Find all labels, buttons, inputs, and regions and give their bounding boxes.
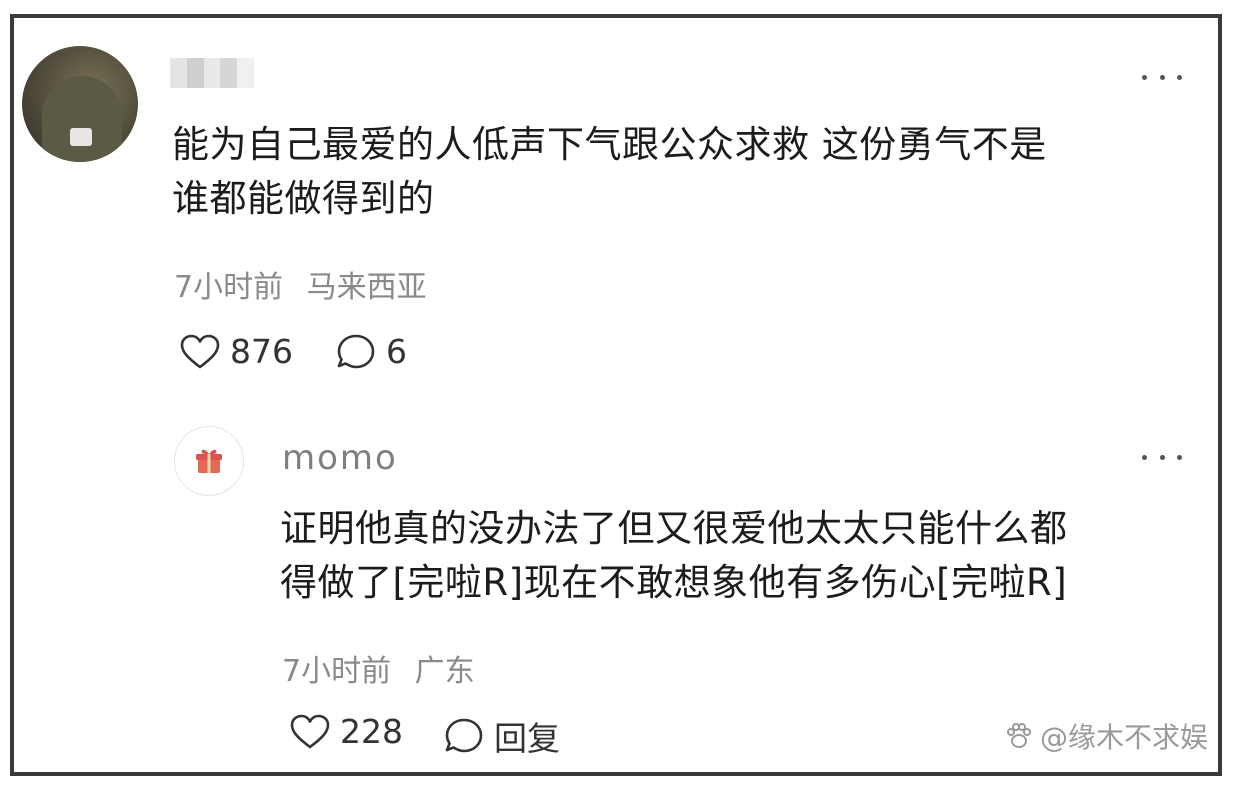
main-comment-time: 7小时前 [174,270,284,305]
reply-username[interactable]: momo [282,438,398,478]
comment-bubble-icon [445,718,483,753]
reply-comment-line-1: 证明他真的没办法了但又很爱他太太只能什么都 [280,507,1068,550]
gift-icon [196,449,222,473]
paw-icon [1006,723,1031,748]
reply-comment-text: 证明他真的没办法了但又很爱他太太只能什么都 得做了[完啦R]现在不敢想象他有多伤… [280,502,1068,610]
user-avatar[interactable] [22,46,138,162]
comment-bubble-icon [337,334,375,368]
main-reply-count: 6 [386,332,407,371]
main-reply-button[interactable]: 6 [336,332,407,371]
main-like-button[interactable]: 876 [180,332,293,371]
main-comment-line-1: 能为自己最爱的人低声下气跟公众求救 这份勇气不是 [172,123,1047,166]
reply-like-count: 228 [340,712,403,751]
reply-comment-location: 广东 [414,654,475,689]
reply-reply-label: 回复 [494,719,560,758]
main-comment-line-2: 谁都能做得到的 [172,177,435,220]
username-blurred[interactable] [170,58,254,88]
reply-comment-meta: 7小时前 广东 [282,646,475,690]
main-comment-meta: 7小时前 马来西亚 [174,262,427,306]
reply-comment-time: 7小时前 [282,654,392,689]
comment-screenshot-frame: 能为自己最爱的人低声下气跟公众求救 这份勇气不是 谁都能做得到的 7小时前 马来… [10,14,1222,776]
reply-reply-button[interactable]: 回复 [444,712,560,760]
more-dots-icon[interactable] [1142,450,1182,464]
heart-icon [290,714,330,748]
heart-icon [180,334,220,368]
avatar-figure [42,76,122,162]
reply-comment-line-2: 得做了[完啦R]现在不敢想象他有多伤心[完啦R] [280,561,1068,604]
reply-user-avatar[interactable] [174,426,244,496]
watermark: @缘木不求娱 [1004,716,1208,756]
avatar-cup [70,128,92,146]
main-like-count: 876 [230,332,293,371]
main-comment-location: 马来西亚 [306,270,427,305]
main-comment-text: 能为自己最爱的人低声下气跟公众求救 这份勇气不是 谁都能做得到的 [172,118,1047,226]
watermark-text: @缘木不求娱 [1039,721,1208,754]
more-dots-icon[interactable] [1142,70,1182,84]
reply-like-button[interactable]: 228 [290,712,403,751]
